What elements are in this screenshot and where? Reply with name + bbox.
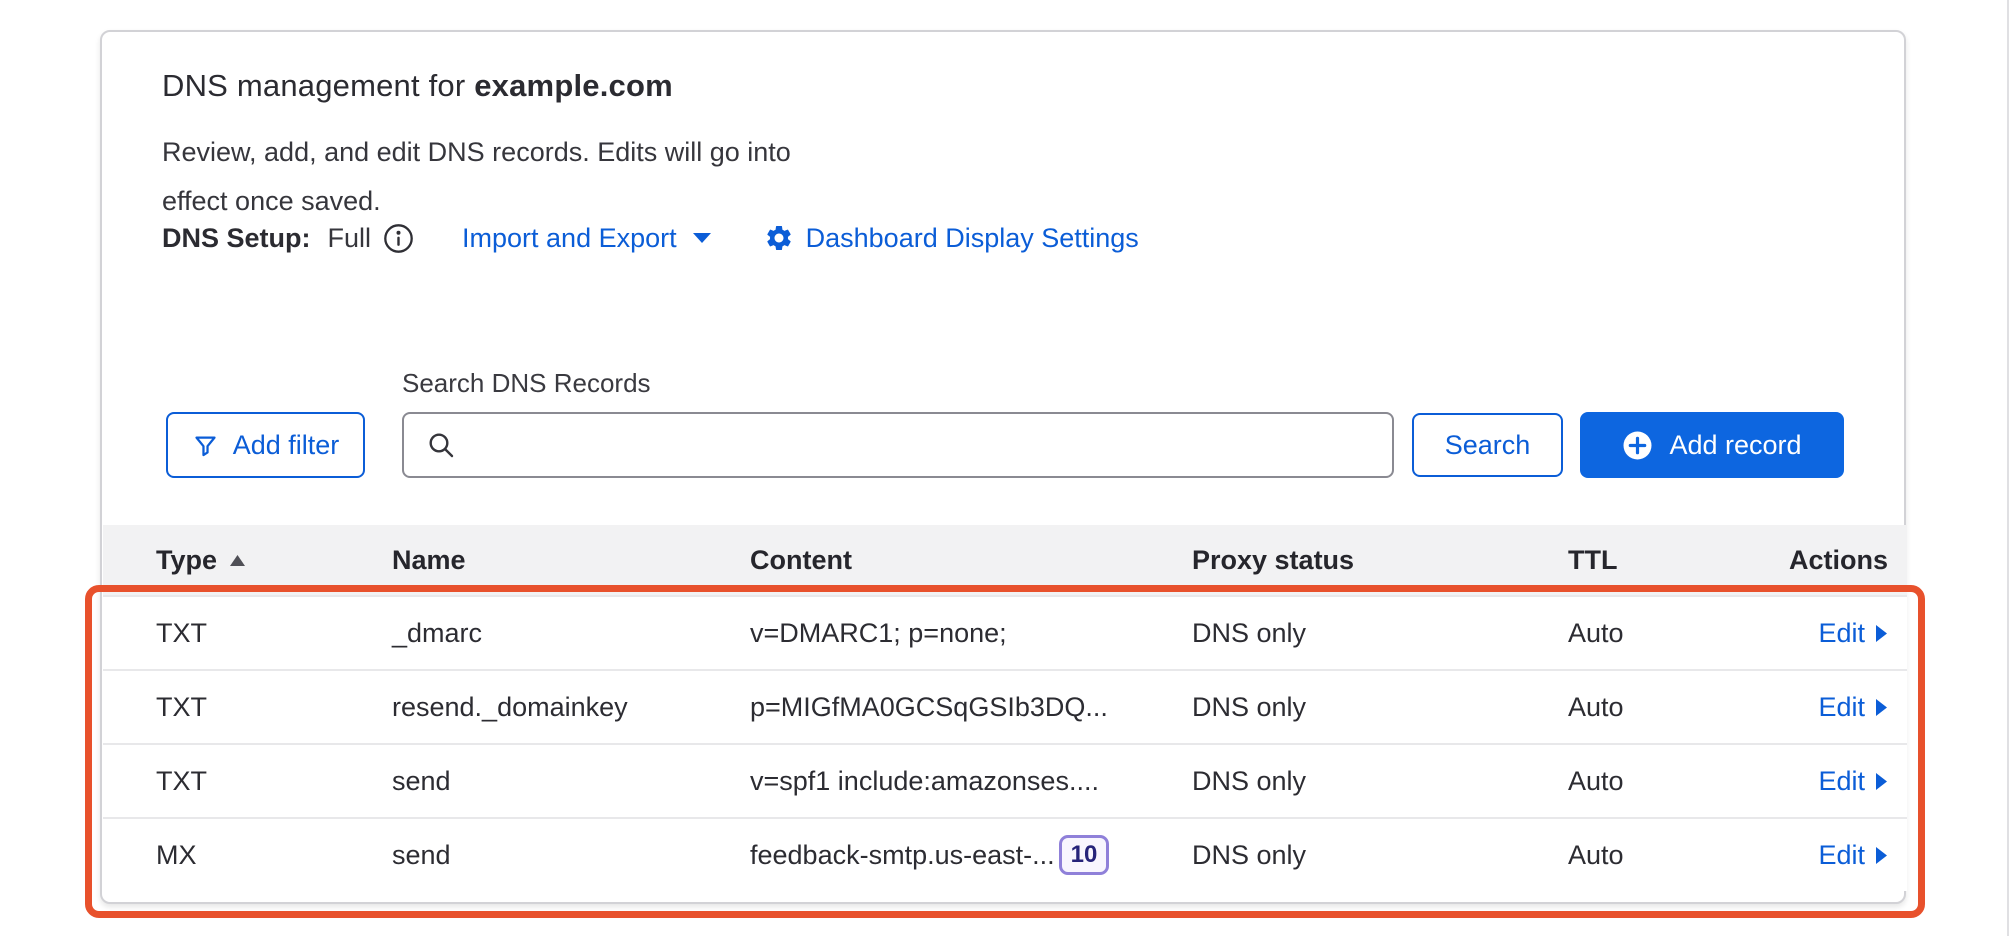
cell-ttl: Auto [1568, 840, 1761, 871]
cell-proxy-status: DNS only [1192, 618, 1568, 649]
add-record-button[interactable]: Add record [1580, 412, 1844, 478]
cell-proxy-status: DNS only [1192, 840, 1568, 871]
table-row: TXT send v=spf1 include:amazonses.... DN… [103, 743, 1907, 817]
sort-ascending-icon [229, 554, 246, 567]
import-export-link[interactable]: Import and Export [462, 223, 712, 254]
add-filter-label: Add filter [233, 430, 340, 461]
cell-content: feedback-smtp.us-east-... 10 [750, 835, 1192, 875]
table-header-row: Type Name Content Proxy status TTL Actio… [103, 525, 1907, 595]
cell-type: TXT [156, 618, 392, 649]
info-icon[interactable] [383, 223, 414, 254]
search-box [402, 412, 1394, 478]
table-row: TXT resend._domainkey p=MIGfMA0GCSqGSIb3… [103, 669, 1907, 743]
cell-type: TXT [156, 692, 392, 723]
dashboard-display-settings-label: Dashboard Display Settings [806, 223, 1139, 254]
right-panel-divider [2007, 0, 2009, 936]
column-header-actions: Actions [1761, 545, 1907, 576]
edit-caret-icon [1875, 624, 1888, 643]
dashboard-display-settings-link[interactable]: Dashboard Display Settings [806, 223, 1139, 254]
dns-setup-value: Full [328, 223, 372, 254]
plus-circle-icon [1622, 430, 1653, 461]
page-description: Review, add, and edit DNS records. Edits… [162, 128, 822, 226]
cell-name: _dmarc [392, 618, 750, 649]
cell-ttl: Auto [1568, 692, 1761, 723]
search-button-label: Search [1445, 430, 1531, 461]
add-filter-button[interactable]: Add filter [166, 412, 365, 478]
chevron-down-icon [692, 232, 712, 244]
column-header-type[interactable]: Type [156, 545, 392, 576]
dns-setup-label: DNS Setup: [162, 223, 311, 254]
edit-caret-icon [1875, 772, 1888, 791]
cell-proxy-status: DNS only [1192, 692, 1568, 723]
column-header-name[interactable]: Name [392, 545, 750, 576]
search-input[interactable] [470, 414, 1392, 476]
cell-name: send [392, 840, 750, 871]
edit-record-button[interactable]: Edit [1818, 692, 1888, 723]
cell-name: resend._domainkey [392, 692, 750, 723]
edit-record-button[interactable]: Edit [1818, 618, 1888, 649]
cell-ttl: Auto [1568, 618, 1761, 649]
cell-content: v=DMARC1; p=none; [750, 618, 1192, 649]
search-button[interactable]: Search [1412, 413, 1563, 477]
cell-type: MX [156, 840, 392, 871]
import-export-label: Import and Export [462, 223, 677, 254]
table-row: MX send feedback-smtp.us-east-... 10 DNS… [103, 817, 1907, 891]
cell-ttl: Auto [1568, 766, 1761, 797]
dns-setup-row: DNS Setup: Full Import and Export [162, 218, 1139, 258]
cell-content-text: feedback-smtp.us-east-... [750, 840, 1055, 871]
add-record-label: Add record [1669, 430, 1801, 461]
dns-records-table: Type Name Content Proxy status TTL Actio… [103, 525, 1907, 891]
gear-icon [764, 223, 794, 253]
cell-content: v=spf1 include:amazonses.... [750, 766, 1192, 797]
search-icon [426, 430, 456, 460]
domain-name: example.com [474, 68, 673, 103]
edit-caret-icon [1875, 846, 1888, 865]
cell-content: p=MIGfMA0GCSqGSIb3DQ... [750, 692, 1192, 723]
dns-management-card: DNS management for example.com Review, a… [100, 30, 1906, 904]
cell-type: TXT [156, 766, 392, 797]
column-header-proxy-status[interactable]: Proxy status [1192, 545, 1568, 576]
search-dns-records-label: Search DNS Records [402, 368, 651, 399]
column-header-ttl[interactable]: TTL [1568, 545, 1761, 576]
column-header-content[interactable]: Content [750, 545, 1192, 576]
mx-priority-badge: 10 [1059, 835, 1110, 875]
page-title: DNS management for example.com [162, 68, 673, 104]
edit-record-button[interactable]: Edit [1818, 840, 1888, 871]
cell-name: send [392, 766, 750, 797]
filter-icon [192, 432, 219, 459]
edit-caret-icon [1875, 698, 1888, 717]
cell-proxy-status: DNS only [1192, 766, 1568, 797]
page: DNS management for example.com Review, a… [0, 0, 2012, 936]
page-title-text: DNS management for [162, 68, 465, 103]
table-row: TXT _dmarc v=DMARC1; p=none; DNS only Au… [103, 595, 1907, 669]
edit-record-button[interactable]: Edit [1818, 766, 1888, 797]
